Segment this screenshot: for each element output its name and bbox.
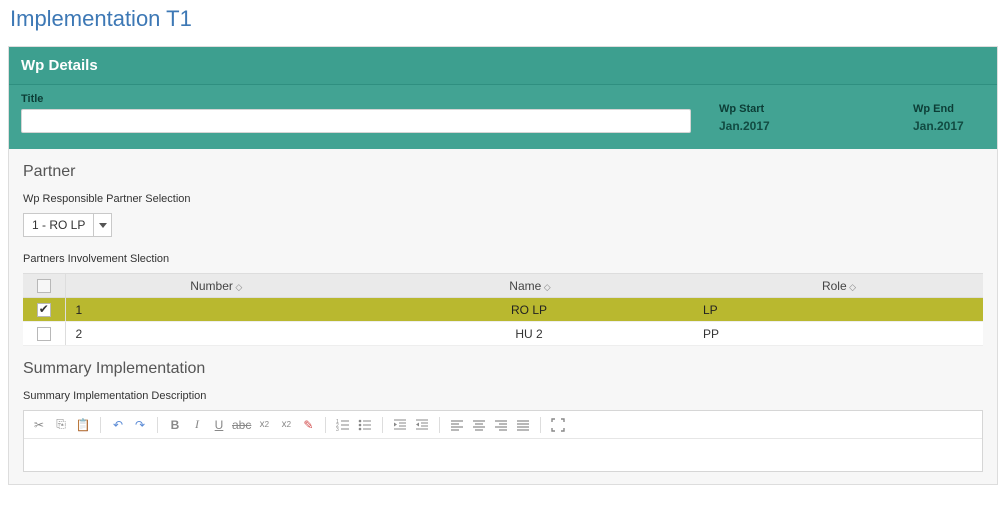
partner-heading: Partner — [23, 163, 983, 181]
strikethrough-button[interactable]: abc — [232, 416, 251, 434]
indent-button[interactable] — [413, 416, 431, 434]
col-number[interactable]: Number ◇ — [65, 274, 365, 298]
superscript-button[interactable]: x2 — [277, 416, 295, 434]
unordered-list-button[interactable] — [356, 416, 374, 434]
wp-details-header: Wp Details Title Wp Start Jan.2017 Wp En… — [9, 47, 997, 149]
dropdown-toggle[interactable] — [93, 214, 111, 236]
cell-role: LP — [693, 298, 983, 322]
sort-icon: ◇ — [543, 282, 548, 292]
chevron-down-icon — [99, 223, 107, 228]
wp-end-value: Jan.2017 — [913, 119, 985, 133]
copy-icon[interactable]: ⎘ — [52, 416, 70, 434]
clear-formatting-icon[interactable]: ✎ — [299, 416, 317, 434]
responsible-partner-selected: 1 - RO LP — [24, 218, 93, 232]
svg-text:3: 3 — [336, 427, 339, 432]
wp-details-heading: Wp Details — [21, 57, 98, 74]
cell-name: HU 2 — [365, 322, 693, 346]
table-row[interactable]: 2HU 2PP — [23, 322, 983, 346]
sort-icon: ◇ — [235, 282, 240, 292]
title-input[interactable] — [21, 109, 691, 133]
partners-table: Number ◇ Name ◇ Role ◇ 1RO LPLP2HU 2PP — [23, 273, 983, 346]
editor-toolbar: ✂ ⎘ 📋 ↶ ↷ B I U abc x2 x2 ✎ 123 — [24, 411, 982, 439]
row-checkbox[interactable] — [37, 303, 51, 317]
title-label: Title — [21, 93, 691, 105]
wp-details-panel: Wp Details Title Wp Start Jan.2017 Wp En… — [8, 46, 998, 485]
ordered-list-button[interactable]: 123 — [334, 416, 352, 434]
cell-name: RO LP — [365, 298, 693, 322]
underline-button[interactable]: U — [210, 416, 228, 434]
outdent-button[interactable] — [391, 416, 409, 434]
page-title: Implementation T1 — [8, 0, 998, 46]
responsible-partner-dropdown[interactable]: 1 - RO LP — [23, 213, 112, 237]
header-checkbox[interactable] — [37, 279, 51, 293]
italic-button[interactable]: I — [188, 416, 206, 434]
sort-icon: ◇ — [849, 282, 854, 292]
summary-heading: Summary Implementation — [23, 360, 983, 378]
rich-text-editor: ✂ ⎘ 📋 ↶ ↷ B I U abc x2 x2 ✎ 123 — [23, 410, 983, 472]
responsible-partner-label: Wp Responsible Partner Selection — [23, 193, 983, 205]
involvement-label: Partners Involvement Slection — [23, 253, 983, 265]
row-checkbox[interactable] — [37, 327, 51, 341]
row-checkbox-cell[interactable] — [23, 322, 65, 346]
summary-description-label: Summary Implementation Description — [23, 390, 983, 402]
cell-number: 2 — [65, 322, 365, 346]
col-name[interactable]: Name ◇ — [365, 274, 693, 298]
header-checkbox-cell[interactable] — [23, 274, 65, 298]
partner-section: Partner Wp Responsible Partner Selection… — [9, 149, 997, 346]
redo-icon[interactable]: ↷ — [131, 416, 149, 434]
align-left-button[interactable] — [448, 416, 466, 434]
cut-icon[interactable]: ✂ — [30, 416, 48, 434]
wp-start-label: Wp Start — [719, 103, 913, 115]
align-justify-button[interactable] — [514, 416, 532, 434]
bold-button[interactable]: B — [166, 416, 184, 434]
row-checkbox-cell[interactable] — [23, 298, 65, 322]
paste-icon[interactable]: 📋 — [74, 416, 92, 434]
cell-role: PP — [693, 322, 983, 346]
undo-icon[interactable]: ↶ — [109, 416, 127, 434]
summary-section: Summary Implementation Summary Implement… — [9, 346, 997, 484]
cell-number: 1 — [65, 298, 365, 322]
align-right-button[interactable] — [492, 416, 510, 434]
subscript-button[interactable]: x2 — [255, 416, 273, 434]
fullscreen-button[interactable] — [549, 416, 567, 434]
table-row[interactable]: 1RO LPLP — [23, 298, 983, 322]
col-role[interactable]: Role ◇ — [693, 274, 983, 298]
wp-start-value: Jan.2017 — [719, 119, 913, 133]
editor-canvas[interactable] — [24, 439, 982, 471]
wp-end-label: Wp End — [913, 103, 985, 115]
align-center-button[interactable] — [470, 416, 488, 434]
